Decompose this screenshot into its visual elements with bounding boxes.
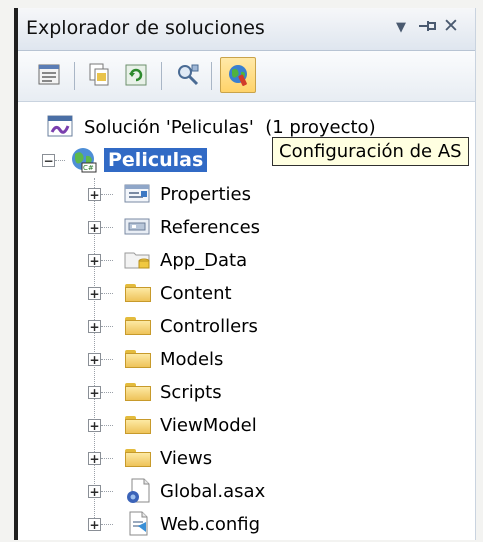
tree-item-references[interactable]: References	[124, 212, 260, 242]
folder-icon	[124, 448, 152, 468]
tree-connector	[101, 359, 113, 360]
pin-icon[interactable]	[416, 15, 438, 42]
toolbar	[18, 51, 475, 102]
web-project-icon: C#	[72, 148, 97, 173]
svg-text:C#: C#	[83, 164, 94, 172]
tree-item-label: Web.config	[160, 513, 261, 535]
view-class-diagram-icon	[178, 64, 199, 86]
asp-net-configuration-button[interactable]	[220, 57, 256, 93]
folder-icon	[124, 415, 152, 435]
project-node[interactable]: C# Peliculas	[68, 145, 208, 175]
tree-item-label: Content	[160, 282, 232, 304]
show-all-files-icon	[89, 63, 109, 86]
tree-connector	[101, 260, 113, 261]
folder-icon	[124, 283, 152, 303]
tree-connector	[101, 458, 113, 459]
tree-item-scripts[interactable]: Scripts	[124, 377, 222, 407]
close-icon[interactable]: ✕	[443, 15, 459, 37]
dropdown-arrow-icon[interactable]: ▼	[396, 20, 406, 35]
expand-toggle[interactable]: +	[88, 419, 101, 432]
tree-connector	[101, 326, 113, 327]
expand-toggle[interactable]: +	[88, 254, 101, 267]
tree-item-label: ViewModel	[160, 414, 257, 436]
tree-item-label: App_Data	[160, 249, 248, 271]
panel-title: Explorador de soluciones	[26, 17, 265, 39]
references-icon	[124, 216, 152, 238]
toolbar-separator	[74, 62, 75, 90]
tree-item-label: References	[160, 216, 261, 238]
tree-connector	[101, 392, 113, 393]
solution-explorer-panel: Explorador de soluciones ▼ ✕ Solución 'P…	[14, 8, 476, 540]
expand-toggle[interactable]: +	[88, 452, 101, 465]
expand-toggle[interactable]: +	[88, 188, 101, 201]
properties-folder-icon	[124, 183, 152, 205]
view-class-diagram-button[interactable]	[172, 59, 204, 91]
show-all-files-button[interactable]	[84, 59, 116, 91]
panel-title-bar: Explorador de soluciones ▼ ✕	[18, 8, 475, 51]
tree-item-web-config[interactable]: Web.config	[124, 509, 260, 539]
tree-item-label: Views	[160, 447, 213, 469]
tree-connector	[101, 425, 113, 426]
web-config-file-icon	[124, 511, 152, 537]
expand-toggle[interactable]: +	[88, 386, 101, 399]
tree-item-label: Scripts	[160, 381, 222, 403]
expand-toggle[interactable]: +	[88, 353, 101, 366]
tree-item-content[interactable]: Content	[124, 278, 232, 308]
expand-toggle[interactable]: +	[88, 221, 101, 234]
toolbar-separator	[211, 62, 212, 90]
expand-toggle[interactable]: +	[88, 320, 101, 333]
tooltip: Configuración de AS	[272, 137, 469, 166]
asp-net-configuration-icon	[229, 65, 247, 86]
solution-icon	[47, 115, 73, 137]
properties-icon	[38, 64, 60, 85]
tree-connector	[101, 524, 113, 525]
refresh-button[interactable]	[120, 59, 152, 91]
tree-item-models[interactable]: Models	[124, 344, 223, 374]
project-label: Peliculas	[104, 148, 208, 172]
folder-icon	[124, 316, 152, 336]
properties-button[interactable]	[34, 59, 66, 91]
tree-connector	[101, 227, 113, 228]
expand-toggle[interactable]: +	[88, 287, 101, 300]
tree-item-controllers[interactable]: Controllers	[124, 311, 258, 341]
expand-toggle[interactable]: +	[88, 485, 101, 498]
tree-item-properties[interactable]: Properties	[124, 179, 251, 209]
tree-connector	[101, 293, 113, 294]
collapse-toggle[interactable]: −	[42, 154, 55, 167]
tree-connector	[101, 491, 113, 492]
folder-icon	[124, 349, 152, 369]
expand-toggle[interactable]: +	[88, 518, 101, 531]
tree-item-label: Models	[160, 348, 224, 370]
tree-item-label: Controllers	[160, 315, 258, 337]
tree-item-label: Properties	[160, 183, 251, 205]
tree-item-viewmodel[interactable]: ViewModel	[124, 410, 257, 440]
app-data-folder-icon	[124, 249, 152, 271]
solution-label: Solución 'Peliculas' (1 proyecto)	[84, 116, 376, 138]
global-asax-file-icon	[124, 478, 152, 504]
toolbar-separator	[161, 62, 162, 90]
refresh-icon	[125, 64, 147, 86]
tree-item-global-asax[interactable]: Global.asax	[124, 476, 265, 506]
tree-connector	[101, 194, 113, 195]
tree-item-label: Global.asax	[160, 480, 266, 502]
tree-item-views[interactable]: Views	[124, 443, 212, 473]
tree-connector	[55, 160, 65, 161]
folder-icon	[124, 382, 152, 402]
tree-item-app-data[interactable]: App_Data	[124, 245, 247, 275]
